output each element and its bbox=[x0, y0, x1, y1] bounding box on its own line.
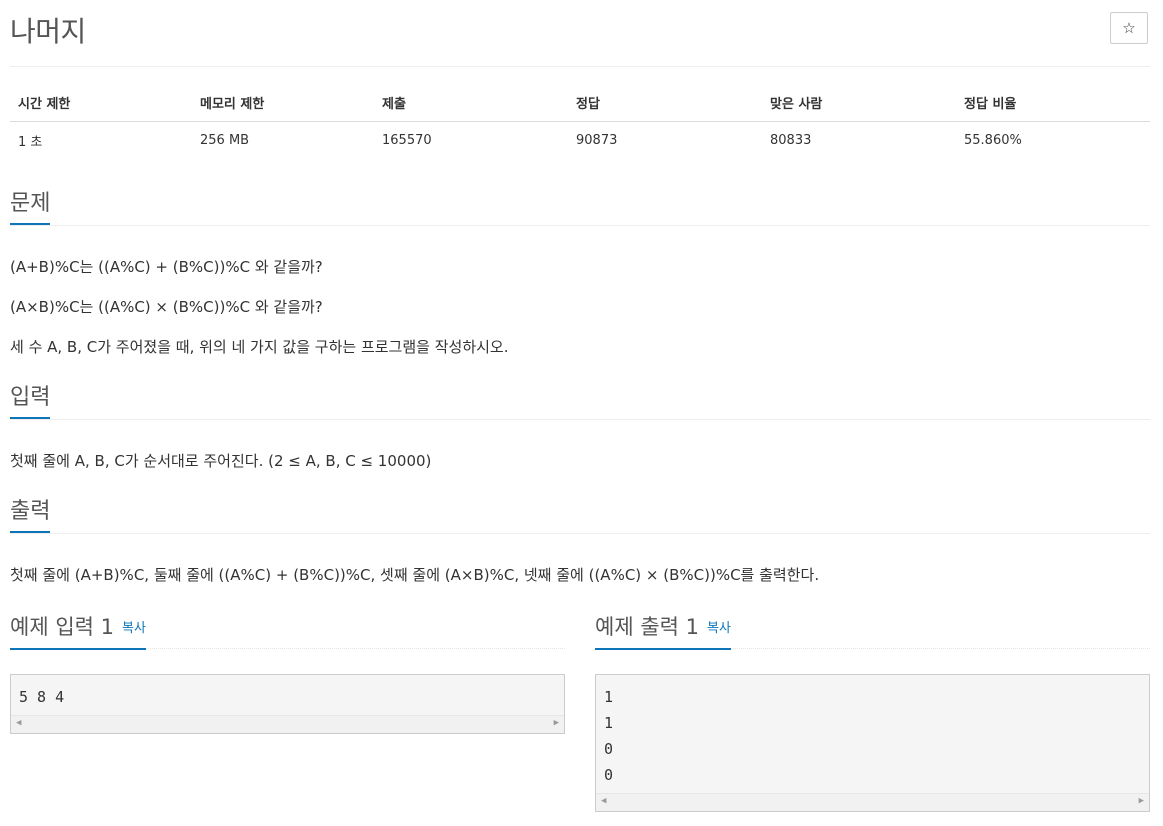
value-time-limit: 1 초 bbox=[18, 134, 43, 150]
sample-output-title: 예제 출력 1 bbox=[595, 615, 699, 639]
problem-heading: 문제 bbox=[10, 189, 51, 225]
sample-output-line: 1 bbox=[604, 714, 614, 732]
sample-output-copy-link[interactable]: 복사 bbox=[707, 621, 731, 636]
problem-info-table: 시간 제한 메모리 제한 제출 정답 맞은 사람 정답 비율 1 초 256 M… bbox=[10, 84, 1150, 158]
sample-output-scrollbar[interactable]: ◀ ▶ bbox=[596, 793, 1149, 811]
problem-text-line-3: 세 수 A, B, C가 주어졌을 때, 위의 네 가지 값을 구하는 프로그램… bbox=[10, 338, 509, 356]
scroll-left-icon[interactable]: ◀ bbox=[601, 796, 606, 806]
value-solved-users: 80833 bbox=[770, 132, 812, 148]
sample-output-header: 예제 출력 1 복사 bbox=[595, 612, 1150, 650]
sample-input-scrollbar[interactable]: ◀ ▶ bbox=[11, 715, 564, 733]
star-button[interactable]: ☆ bbox=[1110, 12, 1148, 44]
value-submissions: 165570 bbox=[382, 132, 432, 148]
value-accepted: 90873 bbox=[576, 132, 618, 148]
scroll-right-icon[interactable]: ▶ bbox=[1139, 796, 1144, 806]
sample-input-box[interactable]: 5 8 4 ◀ ▶ bbox=[10, 674, 565, 734]
sample-output-heading: 예제 출력 1 복사 bbox=[595, 612, 731, 650]
value-memory-limit: 256 MB bbox=[200, 132, 250, 148]
sample-input-heading: 예제 입력 1 복사 bbox=[10, 612, 146, 650]
output-heading: 출력 bbox=[10, 497, 51, 533]
sample-input-header: 예제 입력 1 복사 bbox=[10, 612, 565, 650]
input-description: 첫째 줄에 A, B, C가 순서대로 주어진다. (2 ≤ A, B, C ≤… bbox=[10, 452, 432, 470]
input-heading: 입력 bbox=[10, 383, 51, 419]
output-description: 첫째 줄에 (A+B)%C, 둘째 줄에 ((A%C) + (B%C))%C, … bbox=[10, 566, 820, 584]
table-row: 1 초 256 MB 165570 90873 80833 55.860% bbox=[10, 122, 1150, 159]
title-divider bbox=[10, 66, 1150, 67]
header-accepted: 정답 bbox=[568, 84, 762, 122]
table-header-row: 시간 제한 메모리 제한 제출 정답 맞은 사람 정답 비율 bbox=[10, 84, 1150, 122]
header-solved-users: 맞은 사람 bbox=[762, 84, 956, 122]
sample-input-title: 예제 입력 1 bbox=[10, 615, 114, 639]
star-icon: ☆ bbox=[1122, 19, 1136, 37]
scroll-left-icon[interactable]: ◀ bbox=[16, 718, 21, 728]
problem-text-line-1: (A+B)%C는 ((A%C) + (B%C))%C 와 같을까? bbox=[10, 258, 323, 276]
input-section-header: 입력 bbox=[10, 383, 1150, 420]
header-time-limit: 시간 제한 bbox=[10, 84, 192, 122]
problem-section-header: 문제 bbox=[10, 189, 1150, 226]
sample-output-line: 0 bbox=[604, 766, 614, 784]
sample-input-line: 5 8 4 bbox=[19, 688, 65, 706]
sample-output-line: 0 bbox=[604, 740, 614, 758]
page-title: 나머지 bbox=[10, 15, 86, 48]
value-accept-rate: 55.860% bbox=[964, 132, 1022, 148]
scroll-right-icon[interactable]: ▶ bbox=[554, 718, 559, 728]
header-submissions: 제출 bbox=[374, 84, 568, 122]
output-section-header: 출력 bbox=[10, 497, 1150, 534]
problem-text-line-2: (A×B)%C는 ((A%C) × (B%C))%C 와 같을까? bbox=[10, 298, 323, 316]
sample-input-copy-link[interactable]: 복사 bbox=[122, 621, 146, 636]
header-accept-rate: 정답 비율 bbox=[956, 84, 1150, 122]
sample-output-line: 1 bbox=[604, 688, 614, 706]
sample-output-box[interactable]: 1 1 0 0 ◀ ▶ bbox=[595, 674, 1150, 812]
header-memory-limit: 메모리 제한 bbox=[192, 84, 374, 122]
